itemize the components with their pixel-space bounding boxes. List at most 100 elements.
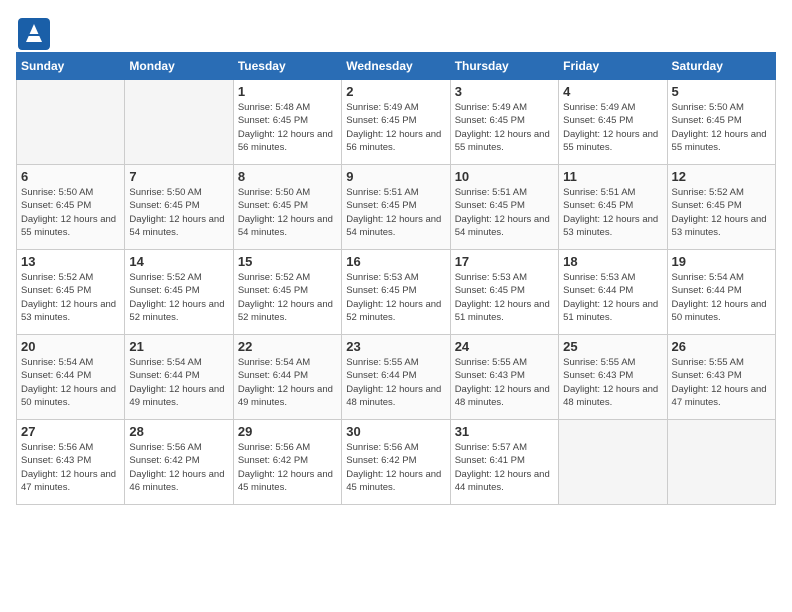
calendar-cell: 11 Sunrise: 5:51 AMSunset: 6:45 PMDayligh…: [559, 165, 667, 250]
calendar-cell: [125, 80, 233, 165]
calendar-cell: 17 Sunrise: 5:53 AMSunset: 6:45 PMDayligh…: [450, 250, 558, 335]
header-tuesday: Tuesday: [233, 53, 341, 80]
day-info: Sunrise: 5:53 AMSunset: 6:45 PMDaylight:…: [346, 271, 445, 324]
header-friday: Friday: [559, 53, 667, 80]
calendar-table: SundayMondayTuesdayWednesdayThursdayFrid…: [16, 52, 776, 505]
calendar-cell: 22Sunrise: 5:54 AMSunset: 6:44 PMDayligh…: [233, 335, 341, 420]
day-info: Sunrise: 5:52 AMSunset: 6:45 PMDaylight:…: [129, 271, 228, 324]
day-number: 28: [129, 424, 228, 439]
day-info: Sunrise: 5:55 AMSunset: 6:44 PMDaylight:…: [346, 356, 445, 409]
calendar-cell: 25 Sunrise: 5:55 AMSunset: 6:43 PMDayligh…: [559, 335, 667, 420]
day-number: 4: [563, 84, 662, 99]
calendar-cell: 19 Sunrise: 5:54 AMSunset: 6:44 PMDayligh…: [667, 250, 775, 335]
day-number: 7: [129, 169, 228, 184]
day-number: 13: [21, 254, 120, 269]
calendar-cell: 6Sunrise: 5:50 AMSunset: 6:45 PMDaylight…: [17, 165, 125, 250]
calendar-week-1: 1 Sunrise: 5:48 AMSunset: 6:45 PMDaylight…: [17, 80, 776, 165]
calendar-cell: 9 Sunrise: 5:51 AMSunset: 6:45 PMDaylight…: [342, 165, 450, 250]
day-number: 8: [238, 169, 337, 184]
day-number: 12: [672, 169, 771, 184]
header-sunday: Sunday: [17, 53, 125, 80]
calendar-week-3: 13 Sunrise: 5:52 AMSunset: 6:45 PMDayligh…: [17, 250, 776, 335]
calendar-cell: 5Sunrise: 5:50 AMSunset: 6:45 PMDaylight…: [667, 80, 775, 165]
calendar-cell: 23 Sunrise: 5:55 AMSunset: 6:44 PMDayligh…: [342, 335, 450, 420]
day-number: 17: [455, 254, 554, 269]
calendar-header-row: SundayMondayTuesdayWednesdayThursdayFrid…: [17, 53, 776, 80]
day-info: Sunrise: 5:55 AMSunset: 6:43 PMDaylight:…: [672, 356, 771, 409]
header-thursday: Thursday: [450, 53, 558, 80]
day-info: Sunrise: 5:51 AMSunset: 6:45 PMDaylight:…: [563, 186, 662, 239]
calendar-cell: 14 Sunrise: 5:52 AMSunset: 6:45 PMDayligh…: [125, 250, 233, 335]
day-number: 24: [455, 339, 554, 354]
calendar-cell: 27 Sunrise: 5:56 AMSunset: 6:43 PMDayligh…: [17, 420, 125, 505]
day-number: 1: [238, 84, 337, 99]
day-number: 25: [563, 339, 662, 354]
day-number: 11: [563, 169, 662, 184]
day-number: 10: [455, 169, 554, 184]
header-saturday: Saturday: [667, 53, 775, 80]
logo-icon: [16, 16, 40, 40]
calendar-cell: 21 Sunrise: 5:54 AMSunset: 6:44 PMDayligh…: [125, 335, 233, 420]
day-number: 29: [238, 424, 337, 439]
day-info: Sunrise: 5:50 AMSunset: 6:45 PMDaylight:…: [238, 186, 337, 239]
day-info: Sunrise: 5:52 AMSunset: 6:45 PMDaylight:…: [238, 271, 337, 324]
day-info: Sunrise: 5:52 AMSunset: 6:45 PMDaylight:…: [21, 271, 120, 324]
day-info: Sunrise: 5:48 AMSunset: 6:45 PMDaylight:…: [238, 101, 337, 154]
day-info: Sunrise: 5:53 AMSunset: 6:45 PMDaylight:…: [455, 271, 554, 324]
calendar-cell: 31Sunrise: 5:57 AMSunset: 6:41 PMDayligh…: [450, 420, 558, 505]
calendar-cell: 3 Sunrise: 5:49 AMSunset: 6:45 PMDaylight…: [450, 80, 558, 165]
calendar-cell: 18 Sunrise: 5:53 AMSunset: 6:44 PMDayligh…: [559, 250, 667, 335]
day-info: Sunrise: 5:53 AMSunset: 6:44 PMDaylight:…: [563, 271, 662, 324]
calendar-cell: 4Sunrise: 5:49 AMSunset: 6:45 PMDaylight…: [559, 80, 667, 165]
day-info: Sunrise: 5:49 AMSunset: 6:45 PMDaylight:…: [455, 101, 554, 154]
calendar-cell: 15 Sunrise: 5:52 AMSunset: 6:45 PMDayligh…: [233, 250, 341, 335]
calendar-cell: 24 Sunrise: 5:55 AMSunset: 6:43 PMDayligh…: [450, 335, 558, 420]
header-monday: Monday: [125, 53, 233, 80]
calendar-week-5: 27 Sunrise: 5:56 AMSunset: 6:43 PMDayligh…: [17, 420, 776, 505]
calendar-cell: 29 Sunrise: 5:56 AMSunset: 6:42 PMDayligh…: [233, 420, 341, 505]
calendar-week-4: 20 Sunrise: 5:54 AMSunset: 6:44 PMDayligh…: [17, 335, 776, 420]
day-info: Sunrise: 5:51 AMSunset: 6:45 PMDaylight:…: [346, 186, 445, 239]
calendar-week-2: 6Sunrise: 5:50 AMSunset: 6:45 PMDaylight…: [17, 165, 776, 250]
calendar-cell: 1 Sunrise: 5:48 AMSunset: 6:45 PMDaylight…: [233, 80, 341, 165]
day-info: Sunrise: 5:56 AMSunset: 6:43 PMDaylight:…: [21, 441, 120, 494]
logo: [16, 16, 44, 40]
day-number: 23: [346, 339, 445, 354]
calendar-cell: 13 Sunrise: 5:52 AMSunset: 6:45 PMDayligh…: [17, 250, 125, 335]
day-info: Sunrise: 5:55 AMSunset: 6:43 PMDaylight:…: [563, 356, 662, 409]
calendar-cell: 7 Sunrise: 5:50 AMSunset: 6:45 PMDaylight…: [125, 165, 233, 250]
calendar-cell: [559, 420, 667, 505]
day-number: 22: [238, 339, 337, 354]
day-info: Sunrise: 5:50 AMSunset: 6:45 PMDaylight:…: [129, 186, 228, 239]
calendar-cell: 26Sunrise: 5:55 AMSunset: 6:43 PMDayligh…: [667, 335, 775, 420]
day-number: 30: [346, 424, 445, 439]
day-info: Sunrise: 5:51 AMSunset: 6:45 PMDaylight:…: [455, 186, 554, 239]
day-number: 16: [346, 254, 445, 269]
day-info: Sunrise: 5:50 AMSunset: 6:45 PMDaylight:…: [21, 186, 120, 239]
calendar-cell: 8 Sunrise: 5:50 AMSunset: 6:45 PMDaylight…: [233, 165, 341, 250]
day-number: 21: [129, 339, 228, 354]
day-number: 3: [455, 84, 554, 99]
day-info: Sunrise: 5:55 AMSunset: 6:43 PMDaylight:…: [455, 356, 554, 409]
day-number: 27: [21, 424, 120, 439]
day-number: 5: [672, 84, 771, 99]
calendar-cell: 30Sunrise: 5:56 AMSunset: 6:42 PMDayligh…: [342, 420, 450, 505]
day-number: 18: [563, 254, 662, 269]
day-info: Sunrise: 5:52 AMSunset: 6:45 PMDaylight:…: [672, 186, 771, 239]
day-number: 14: [129, 254, 228, 269]
day-number: 20: [21, 339, 120, 354]
calendar-cell: 28 Sunrise: 5:56 AMSunset: 6:42 PMDayligh…: [125, 420, 233, 505]
day-info: Sunrise: 5:56 AMSunset: 6:42 PMDaylight:…: [238, 441, 337, 494]
calendar-cell: 20Sunrise: 5:54 AMSunset: 6:44 PMDayligh…: [17, 335, 125, 420]
calendar-cell: 2Sunrise: 5:49 AMSunset: 6:45 PMDaylight…: [342, 80, 450, 165]
day-number: 19: [672, 254, 771, 269]
day-number: 9: [346, 169, 445, 184]
calendar-cell: [667, 420, 775, 505]
calendar-cell: [17, 80, 125, 165]
day-info: Sunrise: 5:56 AMSunset: 6:42 PMDaylight:…: [129, 441, 228, 494]
page-header: [16, 16, 776, 40]
calendar-cell: 12 Sunrise: 5:52 AMSunset: 6:45 PMDayligh…: [667, 165, 775, 250]
day-info: Sunrise: 5:54 AMSunset: 6:44 PMDaylight:…: [129, 356, 228, 409]
day-number: 15: [238, 254, 337, 269]
day-info: Sunrise: 5:54 AMSunset: 6:44 PMDaylight:…: [672, 271, 771, 324]
